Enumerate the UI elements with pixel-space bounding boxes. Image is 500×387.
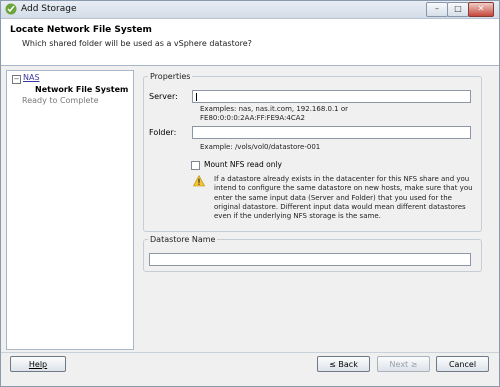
collapse-tree-icon[interactable]: − xyxy=(12,75,21,84)
back-button[interactable]: ≤ Back xyxy=(317,356,370,372)
server-input[interactable] xyxy=(192,90,471,103)
window-title: Add Storage xyxy=(21,4,77,14)
title-bar[interactable]: Add Storage – □ ✕ xyxy=(1,1,499,19)
properties-legend: Properties xyxy=(150,72,191,81)
maximize-icon: □ xyxy=(454,4,462,13)
minimize-icon: – xyxy=(435,4,439,13)
mount-readonly-label[interactable]: Mount NFS read only xyxy=(204,160,282,169)
datastore-name-input[interactable] xyxy=(149,253,471,266)
mount-readonly-checkbox[interactable] xyxy=(191,161,200,170)
folder-label: Folder: xyxy=(149,128,177,137)
maximize-button[interactable]: □ xyxy=(447,2,469,17)
cancel-button[interactable]: Cancel xyxy=(436,356,489,372)
server-hint-line1: Examples: nas, nas.it.com, 192.168.0.1 o… xyxy=(200,105,349,113)
cancel-button-label: Cancel xyxy=(448,360,477,369)
text-caret xyxy=(196,93,197,101)
folder-input[interactable] xyxy=(192,126,471,139)
step-nas-link[interactable]: NAS xyxy=(23,73,40,82)
footer-divider xyxy=(1,352,499,353)
page-subtitle: Which shared folder will be used as a vS… xyxy=(22,39,252,48)
step-ready-to-complete: Ready to Complete xyxy=(22,96,99,105)
next-button-label: Next ≥ xyxy=(389,360,418,369)
folder-hint: Example: /vols/vol0/datastore-001 xyxy=(200,143,321,151)
close-icon: ✕ xyxy=(477,4,485,13)
server-label: Server: xyxy=(149,92,178,101)
add-storage-window: Add Storage – □ ✕ Locate Network File Sy… xyxy=(0,0,500,387)
minimize-button[interactable]: – xyxy=(426,2,448,17)
help-button[interactable]: Help xyxy=(10,356,66,372)
page-title: Locate Network File System xyxy=(10,25,152,35)
next-button[interactable]: Next ≥ xyxy=(377,356,430,372)
wizard-steps-panel: − NAS Network File System Ready to Compl… xyxy=(6,70,134,350)
back-button-label: ≤ Back xyxy=(329,360,358,369)
wizard-header: Locate Network File System Which shared … xyxy=(1,19,499,66)
vsphere-storage-icon xyxy=(5,3,17,15)
close-button[interactable]: ✕ xyxy=(468,2,494,17)
server-hint-line2: FE80:0:0:0:2AA:FF:FE9A:4CA2 xyxy=(200,114,305,122)
warning-message: If a datastore already exists in the dat… xyxy=(214,175,473,221)
help-button-label: Help xyxy=(28,360,48,369)
datastore-name-legend: Datastore Name xyxy=(150,235,216,244)
step-network-file-system: Network File System xyxy=(35,85,129,94)
warning-icon xyxy=(193,175,205,187)
